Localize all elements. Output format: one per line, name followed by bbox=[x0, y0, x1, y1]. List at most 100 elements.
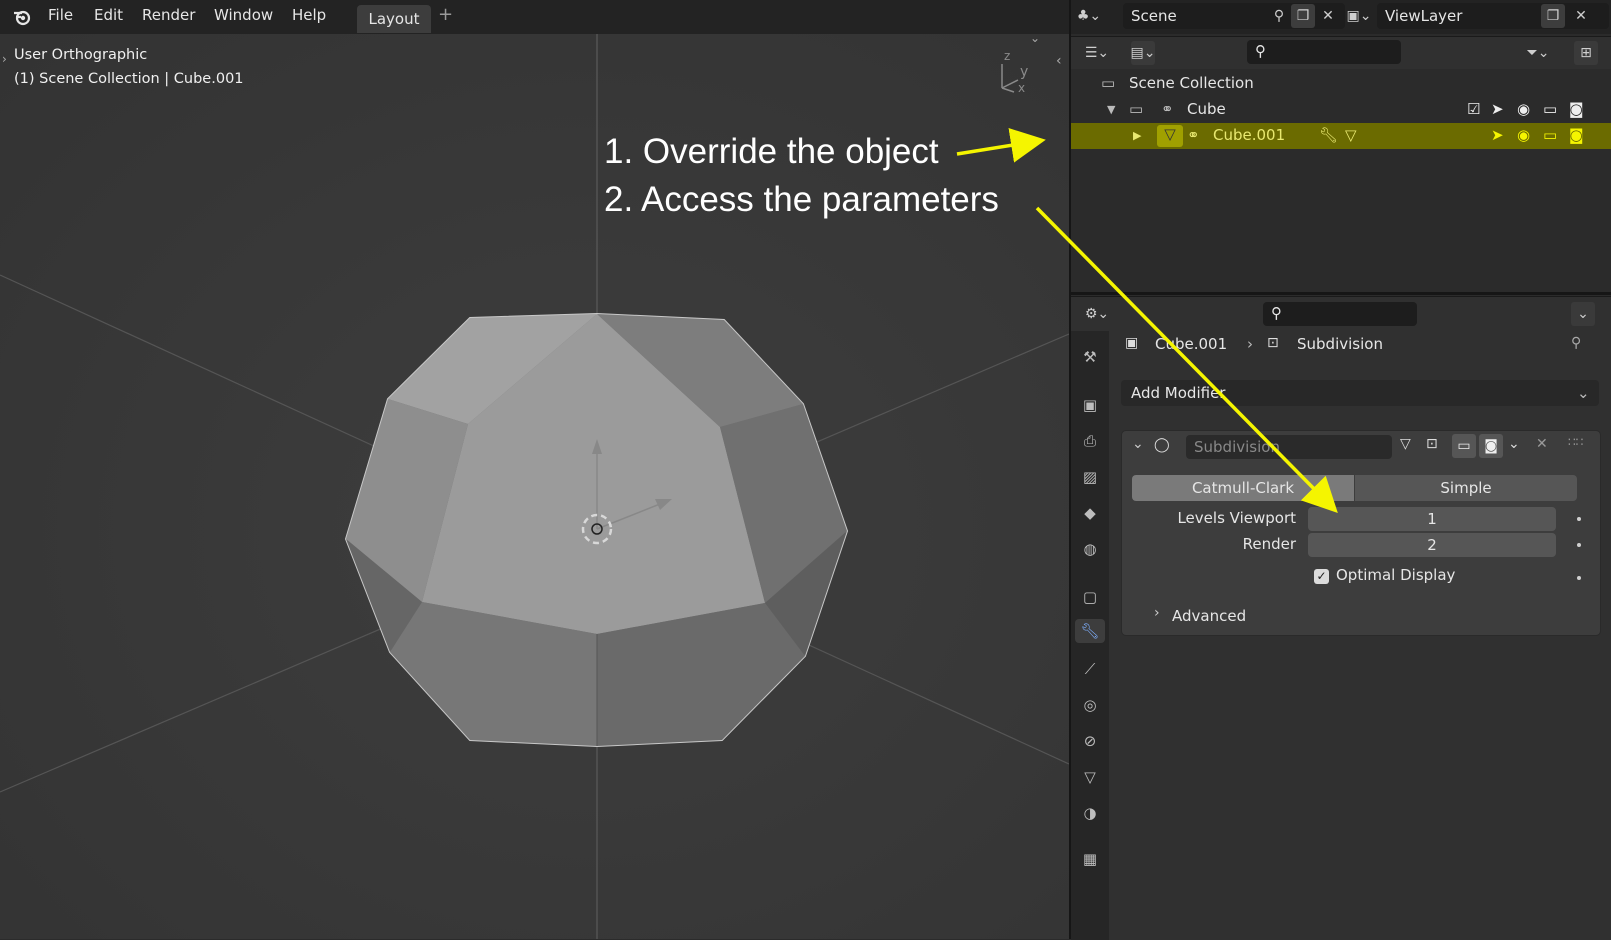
pin-icon[interactable]: ⚲ bbox=[1267, 4, 1291, 28]
view-layer-tab-icon[interactable]: ▨ bbox=[1078, 465, 1102, 489]
catmull-clark-option[interactable]: Catmull-Clark bbox=[1132, 475, 1354, 501]
expand-chevron-icon[interactable]: › bbox=[1154, 605, 1160, 621]
drag-handle-icon[interactable]: ∷∷ bbox=[1568, 435, 1583, 449]
camera-icon[interactable]: ◙ bbox=[1569, 126, 1584, 144]
breadcrumb-modifier: Subdivision bbox=[1297, 335, 1383, 353]
physics-tab-icon[interactable]: ◎ bbox=[1078, 693, 1102, 717]
wrench-icon: 🔧︎ bbox=[1319, 126, 1339, 144]
keyframe-dot[interactable] bbox=[1577, 576, 1581, 580]
options-dropdown-icon[interactable]: ⌄ bbox=[1571, 302, 1595, 326]
sidebar-toggle-icon[interactable]: ‹ bbox=[1056, 53, 1062, 69]
breadcrumb-chevron-icon: › bbox=[1247, 335, 1253, 353]
collapse-chevron-icon[interactable]: ⌄ bbox=[1132, 436, 1144, 452]
close-viewlayer-icon[interactable]: ✕ bbox=[1569, 4, 1593, 28]
selectable-icon[interactable]: ➤ bbox=[1491, 126, 1504, 144]
modifier-tab-icon[interactable]: 🔧︎ bbox=[1075, 619, 1105, 643]
mesh-data-icon: ▽ bbox=[1157, 125, 1183, 147]
tool-tab-icon[interactable]: ⚒ bbox=[1078, 345, 1102, 369]
render-camera-icon[interactable]: ◙ bbox=[1479, 434, 1503, 458]
edit-cage-icon[interactable]: ▽ bbox=[1400, 436, 1411, 452]
optimal-display-checkbox[interactable]: ✓ bbox=[1314, 569, 1329, 584]
collection-icon: ▭ bbox=[1129, 100, 1144, 118]
collection-icon: ▭ bbox=[1101, 74, 1116, 92]
filter-view-icon[interactable]: ▤⌄ bbox=[1131, 41, 1155, 65]
new-viewlayer-icon[interactable]: ❐ bbox=[1541, 4, 1565, 28]
cube-mesh[interactable] bbox=[344, 312, 849, 748]
axis-x-label: x bbox=[1018, 81, 1025, 95]
menu-file[interactable]: File bbox=[48, 6, 73, 24]
header-collapse-icon[interactable]: ⌄ bbox=[1030, 34, 1040, 45]
add-workspace-button[interactable]: + bbox=[438, 4, 453, 25]
object-tab-icon[interactable]: ▢ bbox=[1078, 585, 1102, 609]
search-icon: ⚲ bbox=[1255, 42, 1266, 60]
breadcrumb-object: Cube.001 bbox=[1155, 335, 1228, 353]
keyframe-dot[interactable] bbox=[1577, 517, 1581, 521]
outliner-row-cube001[interactable]: ▶ ▽ ⚭ Cube.001 🔧︎ ▽ ➤ ◉ ▭ ◙ bbox=[1071, 123, 1611, 149]
scene-header: ♣⌄ Scene ⚲ ❐ ✕ ▣⌄ ViewLayer ❐ ✕ bbox=[1071, 0, 1611, 34]
blender-logo-icon[interactable] bbox=[10, 5, 34, 29]
subdivision-icon: ◯ bbox=[1154, 437, 1170, 453]
monitor-icon[interactable]: ▭ bbox=[1543, 100, 1557, 118]
expand-arrow-icon[interactable]: ▼ bbox=[1107, 103, 1115, 116]
scene-tab-icon[interactable]: ◆ bbox=[1078, 501, 1102, 525]
outliner-row-scene-collection[interactable]: ▭ Scene Collection bbox=[1071, 71, 1611, 97]
editor-type-icon[interactable]: ⚙⌄ bbox=[1085, 302, 1109, 326]
scene-icon[interactable]: ♣⌄ bbox=[1077, 4, 1101, 28]
texture-tab-icon[interactable]: ▦ bbox=[1078, 847, 1102, 871]
render-levels-field[interactable]: 2 bbox=[1308, 533, 1556, 557]
properties-header: ⚙⌄ ⚲ ⌄ bbox=[1071, 297, 1611, 331]
new-collection-icon[interactable]: ⊞ bbox=[1574, 41, 1598, 65]
keyframe-dot[interactable] bbox=[1577, 543, 1581, 547]
particles-tab-icon[interactable]: ⟋ bbox=[1078, 657, 1102, 681]
modifier-menu-chevron-icon[interactable]: ⌄ bbox=[1508, 436, 1520, 452]
realtime-icon[interactable]: ▭ bbox=[1452, 434, 1476, 458]
new-scene-icon[interactable]: ❐ bbox=[1291, 4, 1315, 28]
eye-icon[interactable]: ◉ bbox=[1517, 100, 1530, 118]
display-mode-icon[interactable]: ☰⌄ bbox=[1085, 41, 1109, 65]
levels-viewport-field[interactable]: 1 bbox=[1308, 507, 1556, 531]
material-tab-icon[interactable]: ◑ bbox=[1078, 801, 1102, 825]
menu-help[interactable]: Help bbox=[292, 6, 326, 24]
data-tab-icon[interactable]: ▽ bbox=[1078, 765, 1102, 789]
monitor-icon[interactable]: ▭ bbox=[1543, 126, 1557, 144]
advanced-subpanel-header[interactable]: Advanced bbox=[1172, 607, 1246, 625]
linked-object-icon: ⚭ bbox=[1161, 100, 1174, 118]
pin-icon[interactable]: ⚲ bbox=[1571, 335, 1581, 351]
world-tab-icon[interactable]: ◍ bbox=[1078, 537, 1102, 561]
edit-mode-icon[interactable]: ⊡ bbox=[1426, 436, 1438, 452]
simple-option[interactable]: Simple bbox=[1355, 475, 1577, 501]
menu-window[interactable]: Window bbox=[214, 6, 273, 24]
filter-icon[interactable]: ⏷⌄ bbox=[1526, 41, 1550, 65]
properties-search-input[interactable]: ⚲ bbox=[1263, 302, 1417, 326]
close-scene-icon[interactable]: ✕ bbox=[1316, 4, 1340, 28]
remove-modifier-icon[interactable]: ✕ bbox=[1536, 436, 1548, 452]
area-divider[interactable] bbox=[1071, 292, 1611, 295]
collection-info: (1) Scene Collection | Cube.001 bbox=[14, 71, 244, 87]
menu-edit[interactable]: Edit bbox=[94, 6, 123, 24]
viewlayer-icon[interactable]: ▣⌄ bbox=[1347, 4, 1372, 28]
outliner-row-cube[interactable]: ▼ ▭ ⚭ Cube ☑ ➤ ◉ ▭ ◙ bbox=[1071, 97, 1611, 123]
properties-tabs: ⚒ ▣ ⎙ ▨ ◆ ◍ ▢ 🔧︎ ⟋ ◎ ⊘ ▽ ◑ ▦ bbox=[1071, 331, 1109, 940]
scene-name: Scene bbox=[1131, 7, 1177, 25]
object-icon: ▣ bbox=[1125, 335, 1139, 351]
tab-layout[interactable]: Layout bbox=[357, 5, 431, 33]
constraints-tab-icon[interactable]: ⊘ bbox=[1078, 729, 1102, 753]
levels-viewport-label: Levels Viewport bbox=[1177, 509, 1296, 527]
outliner-search-input[interactable]: ⚲ bbox=[1247, 40, 1401, 64]
expand-arrow-icon[interactable]: ▶ bbox=[1133, 129, 1141, 142]
eye-icon[interactable]: ◉ bbox=[1517, 126, 1530, 144]
properties-editor: ⚙⌄ ⚲ ⌄ ⚒ ▣ ⎙ ▨ ◆ ◍ ▢ 🔧︎ ⟋ ◎ ⊘ ▽ ◑ ▦ ▣ Cu… bbox=[1071, 296, 1611, 940]
scene-collection-label: Scene Collection bbox=[1129, 74, 1254, 92]
outliner-item-label: Cube bbox=[1187, 100, 1226, 118]
camera-icon[interactable]: ◙ bbox=[1569, 100, 1584, 118]
outliner-item-label: Cube.001 bbox=[1213, 126, 1286, 144]
modifier-name-input[interactable]: Subdivision bbox=[1186, 435, 1392, 459]
add-modifier-dropdown[interactable]: Add Modifier ⌄ bbox=[1121, 380, 1599, 406]
render-tab-icon[interactable]: ▣ bbox=[1078, 393, 1102, 417]
selectable-icon[interactable]: ➤ bbox=[1491, 100, 1504, 118]
exclude-checkbox[interactable]: ☑ bbox=[1467, 100, 1480, 118]
3d-viewport[interactable]: z y x User Orthographic (1) Scene Collec… bbox=[0, 34, 1069, 939]
menu-render[interactable]: Render bbox=[142, 6, 195, 24]
toolbar-toggle-icon[interactable]: › bbox=[2, 52, 7, 66]
output-tab-icon[interactable]: ⎙ bbox=[1078, 429, 1102, 453]
